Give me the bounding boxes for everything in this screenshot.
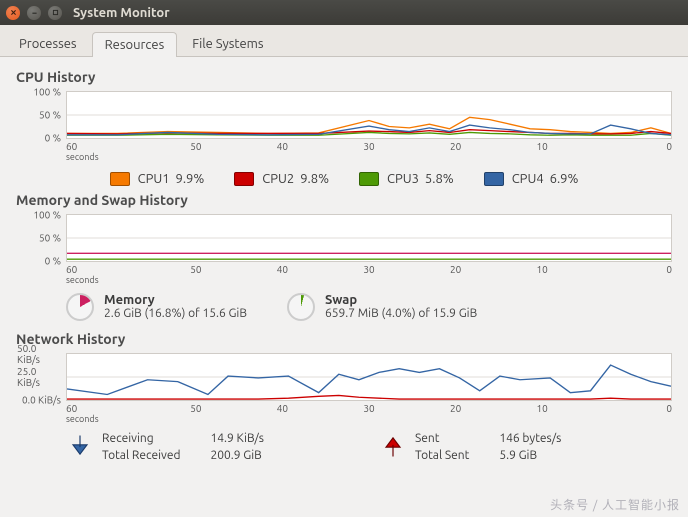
legend-cpu1[interactable]: CPU1 9.9% <box>110 172 205 186</box>
sent-rate: 146 bytes/s <box>499 432 561 445</box>
cpu-x-axis: 6050403020100 <box>66 141 672 152</box>
cpu-legend: CPU1 9.9% CPU2 9.8% CPU3 5.8% CPU4 6.9% <box>16 172 672 186</box>
legend-cpu3[interactable]: CPU3 5.8% <box>359 172 454 186</box>
swatch-icon <box>234 172 254 186</box>
recv-label: Receiving <box>102 432 180 445</box>
network-y-axis: 50.0 KiB/s 25.0 KiB/s 0.0 KiB/s <box>17 354 65 400</box>
memory-usage: Memory 2.6 GiB (16.8%) of 15.6 GiB <box>66 293 247 321</box>
cpu-history-title: CPU History <box>16 69 672 85</box>
minimize-icon[interactable] <box>27 6 41 20</box>
download-arrow-icon <box>66 432 94 460</box>
memory-x-unit: seconds <box>66 275 672 285</box>
sent-total-label: Total Sent <box>415 449 469 462</box>
network-sent: Sent 146 bytes/s Total Sent 5.9 GiB <box>379 432 672 462</box>
tab-filesystems[interactable]: File Systems <box>179 31 276 56</box>
memory-y-axis: 100 % 50 % 0 % <box>17 215 65 261</box>
legend-cpu4[interactable]: CPU4 6.9% <box>484 172 579 186</box>
cpu-x-unit: seconds <box>66 152 672 162</box>
swap-pie-icon <box>287 293 315 321</box>
titlebar: System Monitor <box>0 0 688 25</box>
network-x-axis: 6050403020100 <box>66 403 672 414</box>
close-icon[interactable] <box>6 6 20 20</box>
tab-bar: Processes Resources File Systems <box>0 25 688 57</box>
network-history-title: Network History <box>16 331 672 347</box>
recv-total: 200.9 GiB <box>210 449 264 462</box>
window-title: System Monitor <box>73 6 170 20</box>
network-chart: 50.0 KiB/s 25.0 KiB/s 0.0 KiB/s <box>66 353 672 401</box>
swap-label: Swap <box>325 293 357 307</box>
legend-cpu2[interactable]: CPU2 9.8% <box>234 172 329 186</box>
memory-chart: 100 % 50 % 0 % <box>66 214 672 262</box>
cpu-y-axis: 100 % 50 % 0 % <box>17 92 65 138</box>
tab-resources[interactable]: Resources <box>92 32 178 57</box>
swatch-icon <box>359 172 379 186</box>
memory-history-title: Memory and Swap History <box>16 192 672 208</box>
recv-rate: 14.9 KiB/s <box>210 432 264 445</box>
memory-pie-icon <box>66 293 94 321</box>
swap-usage: Swap 659.7 MiB (4.0%) of 15.9 GiB <box>287 293 477 321</box>
maximize-icon[interactable] <box>48 6 62 20</box>
sent-label: Sent <box>415 432 469 445</box>
network-x-unit: seconds <box>66 414 672 424</box>
network-receiving: Receiving 14.9 KiB/s Total Received 200.… <box>66 432 359 462</box>
memory-x-axis: 6050403020100 <box>66 264 672 275</box>
recv-total-label: Total Received <box>102 449 180 462</box>
swatch-icon <box>484 172 504 186</box>
cpu-chart: 100 % 50 % 0 % <box>66 91 672 139</box>
swap-value: 659.7 MiB (4.0%) of 15.9 GiB <box>325 307 477 320</box>
memory-value: 2.6 GiB (16.8%) of 15.6 GiB <box>104 307 247 320</box>
watermark: 头条号 / 人工智能小报 <box>550 496 680 513</box>
tab-processes[interactable]: Processes <box>6 31 90 56</box>
upload-arrow-icon <box>379 432 407 460</box>
sent-total: 5.9 GiB <box>499 449 561 462</box>
memory-label: Memory <box>104 293 155 307</box>
swatch-icon <box>110 172 130 186</box>
